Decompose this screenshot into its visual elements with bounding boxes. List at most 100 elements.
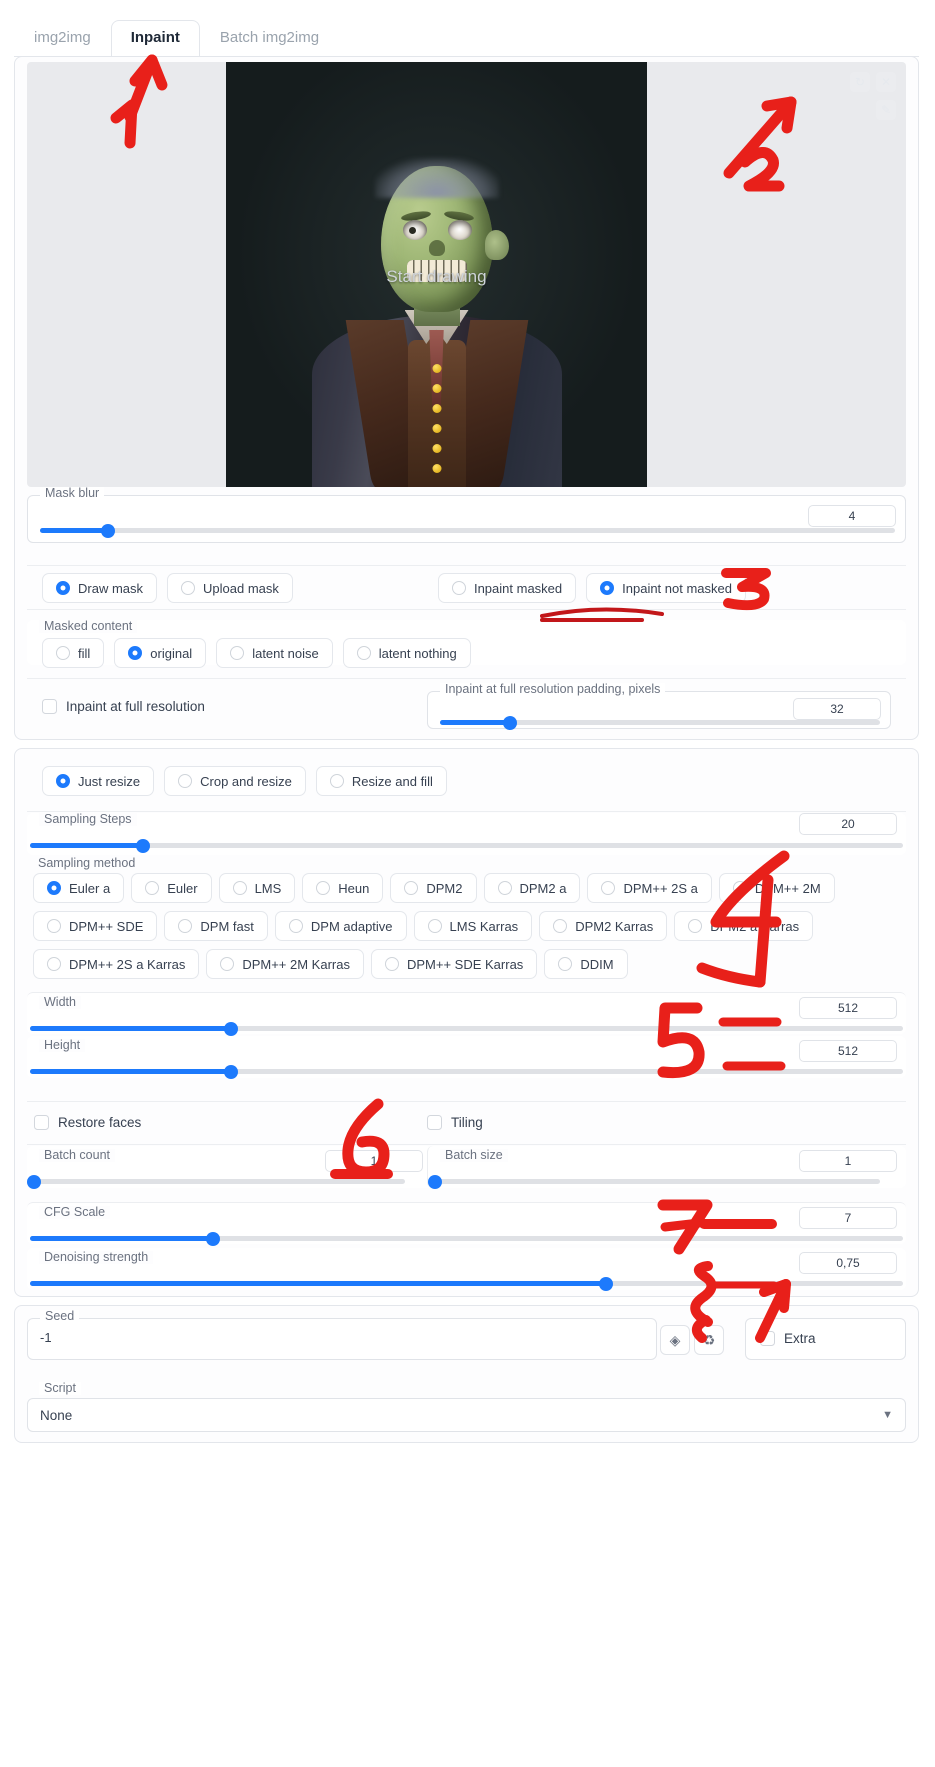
tab-img2img[interactable]: img2img [14, 20, 111, 57]
checkbox-tiling[interactable]: Tiling [427, 1115, 483, 1130]
radio-latent-nothing[interactable]: latent nothing [342, 638, 471, 668]
sampling-steps-value[interactable]: 20 [799, 813, 897, 835]
script-select[interactable]: None ▼ [27, 1398, 906, 1432]
radio-label: DPM2 a [519, 880, 567, 896]
sampler-dpmpp-2s-a-karras[interactable]: DPM++ 2S a Karras [33, 949, 200, 979]
denoising-strength-slider[interactable] [30, 1276, 903, 1291]
sampler-ddim[interactable]: DDIM [544, 949, 628, 979]
recycle-icon[interactable]: ♻ [694, 1325, 724, 1355]
tab-inpaint[interactable]: Inpaint [110, 19, 200, 57]
batch-count-label: Batch count [39, 1149, 116, 1162]
undo-icon[interactable]: ↻ [850, 72, 870, 92]
checkbox-extra[interactable]: Extra [760, 1331, 816, 1346]
tab-bar: img2img Inpaint Batch img2img [14, 13, 919, 57]
sampler-heun[interactable]: Heun [302, 873, 384, 903]
radio-dot-icon [145, 881, 160, 895]
padding-value[interactable]: 32 [793, 698, 881, 720]
sampler-euler[interactable]: Euler [131, 873, 212, 903]
width-slider[interactable] [30, 1021, 903, 1036]
batch-size-value[interactable]: 1 [799, 1150, 897, 1172]
radio-label: Inpaint not masked [622, 580, 732, 596]
radio-dot-icon [47, 881, 61, 895]
mask-blur-label: Mask blur [40, 487, 105, 500]
radio-dot-icon [56, 646, 70, 660]
masked-content-label: Masked content [39, 620, 138, 633]
radio-dot-icon [427, 919, 442, 933]
sampler-row-3: DPM++ 2S a Karras DPM++ 2M Karras DPM++ … [33, 949, 628, 979]
mask-blur-value[interactable]: 4 [808, 505, 896, 527]
height-label: Height [39, 1039, 86, 1052]
padding-slider[interactable] [440, 715, 880, 730]
batch-size-slider[interactable] [428, 1174, 880, 1189]
canvas-toolbar-secondary: ✎ [876, 100, 896, 120]
sampler-dpmpp-2m[interactable]: DPM++ 2M [718, 873, 835, 903]
sampler-row-1: Euler a Euler LMS Heun DPM2 DPM2 a DPM++… [33, 873, 835, 903]
radio-upload-mask[interactable]: Upload mask [167, 573, 293, 603]
sampler-lms-karras[interactable]: LMS Karras [413, 911, 533, 941]
batch-size-field: Batch size 1 [427, 1146, 906, 1189]
radio-crop-and-resize[interactable]: Crop and resize [164, 766, 306, 796]
dice-icon[interactable]: ◈ [660, 1325, 690, 1355]
radio-label: DPM fast [200, 918, 254, 934]
mask-blur-slider[interactable] [40, 523, 895, 538]
batch-count-value[interactable]: 1 [325, 1150, 423, 1172]
radio-dot-icon [47, 919, 61, 933]
denoising-strength-value[interactable]: 0,75 [799, 1252, 897, 1274]
checkbox-restore-faces[interactable]: Restore faces [34, 1115, 141, 1130]
sampler-dpmpp-sde-karras[interactable]: DPM++ SDE Karras [370, 949, 538, 979]
script-label: Script [39, 1382, 81, 1395]
radio-dot-icon [316, 881, 331, 895]
sampler-euler-a[interactable]: Euler a [33, 873, 125, 903]
masked-content-field: Masked content fill original latent nois… [27, 620, 906, 668]
sampler-dpm2-a-karras[interactable]: DPM2 a Karras [674, 911, 814, 941]
sampler-dpmpp-2s-a[interactable]: DPM++ 2S a [587, 873, 712, 903]
radio-label: Inpaint masked [473, 580, 563, 596]
radio-draw-mask[interactable]: Draw mask [42, 573, 158, 603]
width-value[interactable]: 512 [799, 997, 897, 1019]
radio-dot-icon [601, 881, 616, 895]
source-image[interactable]: Start drawing [226, 62, 647, 487]
radio-dot-icon [56, 774, 70, 788]
checkbox-icon [34, 1115, 49, 1130]
tab-batch-img2img[interactable]: Batch img2img [200, 20, 339, 57]
radio-label: DPM++ 2M Karras [242, 956, 350, 972]
sampler-dpmpp-2m-karras[interactable]: DPM++ 2M Karras [206, 949, 364, 979]
radio-fill[interactable]: fill [42, 638, 105, 668]
height-field: Height 512 [27, 1036, 906, 1079]
radio-resize-and-fill[interactable]: Resize and fill [315, 766, 447, 796]
cfg-scale-slider[interactable] [30, 1231, 903, 1246]
radio-label: DDIM [580, 956, 614, 972]
radio-label: DPM2 a Karras [710, 918, 800, 934]
radio-label: Upload mask [203, 580, 279, 596]
radio-label: Resize and fill [351, 773, 433, 789]
radio-label: DPM++ 2M [754, 880, 821, 896]
canvas-placeholder: Start drawing [386, 267, 487, 286]
radio-label: Just resize [78, 773, 141, 789]
sampling-steps-slider[interactable] [30, 838, 903, 853]
radio-inpaint-not-masked[interactable]: Inpaint not masked [586, 573, 746, 603]
sampler-dpm2-a[interactable]: DPM2 a [483, 873, 581, 903]
sampler-dpm2[interactable]: DPM2 [390, 873, 477, 903]
batch-count-slider[interactable] [26, 1174, 405, 1189]
sampler-dpm-fast[interactable]: DPM fast [164, 911, 268, 941]
height-value[interactable]: 512 [799, 1040, 897, 1062]
radio-latent-noise[interactable]: latent noise [216, 638, 333, 668]
radio-just-resize[interactable]: Just resize [42, 766, 155, 796]
height-slider[interactable] [30, 1064, 903, 1079]
brush-icon[interactable]: ✎ [876, 100, 896, 120]
radio-dot-icon [384, 957, 399, 971]
radio-dot-icon [232, 881, 247, 895]
checkbox-inpaint-full-resolution[interactable]: Inpaint at full resolution [42, 699, 205, 714]
cfg-scale-value[interactable]: 7 [799, 1207, 897, 1229]
radio-original[interactable]: original [114, 638, 207, 668]
sampler-dpm-adaptive[interactable]: DPM adaptive [274, 911, 407, 941]
sampler-lms[interactable]: LMS [218, 873, 296, 903]
sampler-dpmpp-sde[interactable]: DPM++ SDE [33, 911, 158, 941]
radio-dot-icon [356, 646, 371, 660]
close-icon[interactable]: ✕ [876, 72, 896, 92]
inpaint-page: img2img Inpaint Batch img2img Start draw… [0, 0, 935, 1767]
sampler-dpm2-karras[interactable]: DPM2 Karras [539, 911, 668, 941]
image-canvas[interactable]: Start drawing ↻ ✕ ✎ [27, 62, 906, 487]
seed-value[interactable]: -1 [40, 1330, 52, 1345]
radio-inpaint-masked[interactable]: Inpaint masked [437, 573, 577, 603]
